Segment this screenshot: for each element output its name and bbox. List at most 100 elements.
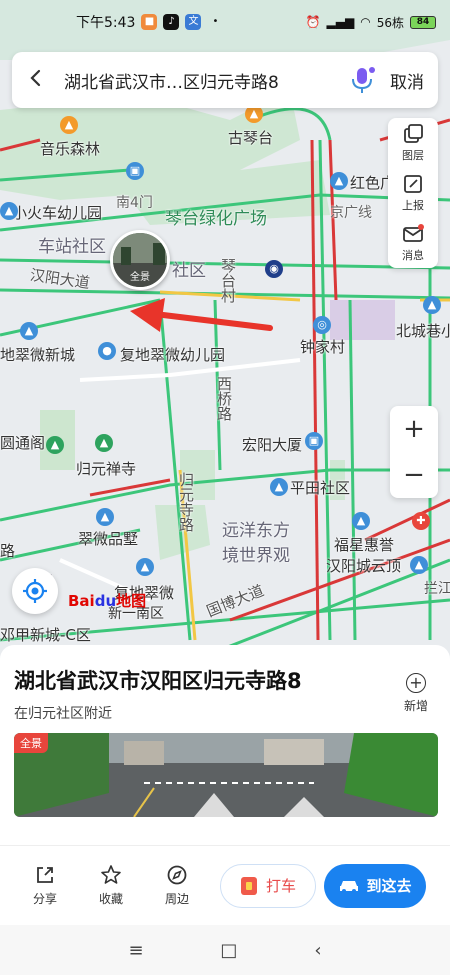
building-icon: ▲: [270, 478, 288, 496]
taxi-label: 打车: [265, 877, 296, 895]
logo-part: Bai: [68, 592, 95, 610]
taxi-icon: [240, 876, 257, 895]
status-bar: 下午5:43 ■ ♪ 文 • ⏰ ▂▄▆ ◠ 56栋 84: [0, 0, 450, 44]
map-label-music-forest: 音乐森林: [40, 140, 101, 158]
map-label-yuanyang: 远洋东方: [222, 521, 290, 541]
map-label-rail-line: 京广线: [330, 205, 372, 221]
map-label-xiqiao-road: 西桥路: [215, 376, 233, 421]
go-here-label: 到这去: [366, 877, 412, 895]
hospital-icon: ✚: [412, 512, 430, 530]
go-here-button[interactable]: 到这去: [324, 863, 426, 908]
search-query[interactable]: 湖北省武汉市…区归元寺路8: [64, 68, 348, 93]
layers-label: 图层: [402, 149, 424, 162]
building-icon: ▲: [330, 172, 348, 190]
layers-icon: [404, 124, 423, 143]
panorama-preview[interactable]: 全景: [14, 733, 438, 817]
back-icon[interactable]: [26, 66, 56, 94]
notification-icon: ■: [141, 14, 158, 30]
logo-part: du: [94, 592, 117, 610]
more-dot-icon: •: [212, 16, 219, 27]
taxi-button[interactable]: 打车: [220, 863, 316, 908]
star-icon: [101, 865, 121, 884]
status-right: ⏰ ▂▄▆ ◠ 56栋 84: [306, 14, 436, 31]
temple-icon: ▲: [95, 434, 113, 452]
panorama-marker[interactable]: 全景: [110, 230, 170, 290]
share-button[interactable]: 分享: [12, 864, 78, 907]
map-label-beicheng: 北城巷小: [396, 322, 450, 340]
layers-button[interactable]: 图层: [388, 118, 438, 168]
map-label-cuiwei-villa: 翠微品墅: [78, 530, 139, 548]
map-label-qintai-village: 琴台村: [219, 258, 237, 303]
share-icon: [37, 867, 53, 883]
panorama-tag: 全景: [14, 733, 48, 753]
map-label-hongyang: 宏阳大厦: [242, 436, 303, 454]
building-icon: ▲: [96, 508, 114, 526]
plus-icon: +: [406, 673, 426, 693]
map-label-yuantong: 圆通阁: [0, 434, 46, 452]
notification-icons: ■ ♪ 文 •: [141, 14, 223, 30]
locate-icon: [23, 579, 47, 603]
report-label: 上报: [402, 199, 424, 212]
place-card[interactable]: 湖北省武汉市汉阳区归元寺路8 在归元社区附近 + 新增 全景: [0, 645, 450, 845]
add-button[interactable]: + 新增: [396, 673, 436, 714]
map-label-lanjiang: 拦江: [424, 581, 450, 597]
battery-icon: 84: [410, 15, 436, 29]
report-icon: [404, 175, 422, 193]
zoom-out-button[interactable]: −: [390, 452, 438, 498]
tiktok-icon: ♪: [163, 14, 180, 30]
add-label: 新增: [403, 699, 428, 713]
logo-part: 地图: [116, 592, 147, 610]
baidu-logo: Baidu地图: [68, 590, 146, 611]
panorama-image: [14, 733, 438, 817]
map-label-kindergarten: 小火车幼儿园: [12, 204, 103, 222]
map-label-fuxing: 福星惠誉: [334, 536, 395, 554]
nearby-label: 周边: [164, 892, 189, 906]
voice-icon[interactable]: [348, 65, 378, 95]
car-icon: [340, 880, 359, 893]
alarm-icon: ⏰: [305, 15, 321, 29]
zoom-control: + −: [390, 406, 438, 498]
building-icon: ▲: [352, 512, 370, 530]
place-title: 湖北省武汉市汉阳区归元寺路8: [14, 669, 302, 693]
favorite-label: 收藏: [98, 892, 123, 906]
map-label-kindergarten-fudi: 复地翠微幼儿园: [120, 346, 226, 364]
map-label-station-community: 车站社区: [38, 237, 106, 257]
subway-icon: ◎: [313, 316, 331, 334]
compass-icon: [167, 865, 187, 885]
home-icon[interactable]: □: [220, 940, 237, 961]
building-icon: ▲: [423, 296, 441, 314]
building-icon: ▲: [410, 556, 428, 574]
poi-icon: ▲: [60, 116, 78, 134]
zoom-in-button[interactable]: +: [390, 406, 438, 452]
map-label-guiyuan-temple: 归元禅寺: [76, 460, 137, 478]
cancel-button[interactable]: 取消: [390, 68, 424, 93]
locate-button[interactable]: [12, 568, 58, 614]
panorama-marker-label: 全景: [130, 272, 150, 283]
signal-icon: ▂▄▆: [326, 15, 355, 29]
temple-icon: ▲: [46, 436, 64, 454]
back-nav-icon[interactable]: ‹: [314, 940, 321, 961]
messages-button[interactable]: 消息: [388, 218, 438, 268]
map-label-road: 路: [0, 542, 16, 560]
map-label-dengjia: 邓甲新城-C区: [0, 626, 91, 644]
favorite-button[interactable]: 收藏: [78, 864, 144, 907]
place-subtitle: 在归元社区附近: [14, 706, 112, 722]
building-icon: ▣: [305, 432, 323, 450]
map-label-guqintai: 古琴台: [228, 129, 274, 147]
wifi-icon: ◠: [360, 15, 371, 29]
nearby-button[interactable]: 周边: [144, 864, 210, 907]
menu-icon[interactable]: ≡: [128, 940, 143, 961]
school-icon: ●: [98, 342, 116, 360]
translate-icon: 文: [185, 14, 202, 30]
school-icon: ▲: [0, 202, 18, 220]
map-label-zhongjia: 钟家村: [300, 338, 346, 356]
map-label-hanyang-cheng: 汉阳城云顶: [326, 557, 402, 575]
map-label-community: 社区: [172, 261, 206, 281]
map-label-square: 琴台绿化广场: [165, 209, 267, 229]
report-button[interactable]: 上报: [388, 168, 438, 218]
map-label-south-gate: 南4门: [116, 195, 153, 211]
map-label-jingshi: 境世界观: [222, 546, 290, 566]
share-label: 分享: [32, 892, 57, 906]
action-bar: 分享 收藏 周边 打车 到这去: [0, 845, 450, 925]
search-bar[interactable]: 湖北省武汉市…区归元寺路8 取消: [12, 52, 438, 108]
